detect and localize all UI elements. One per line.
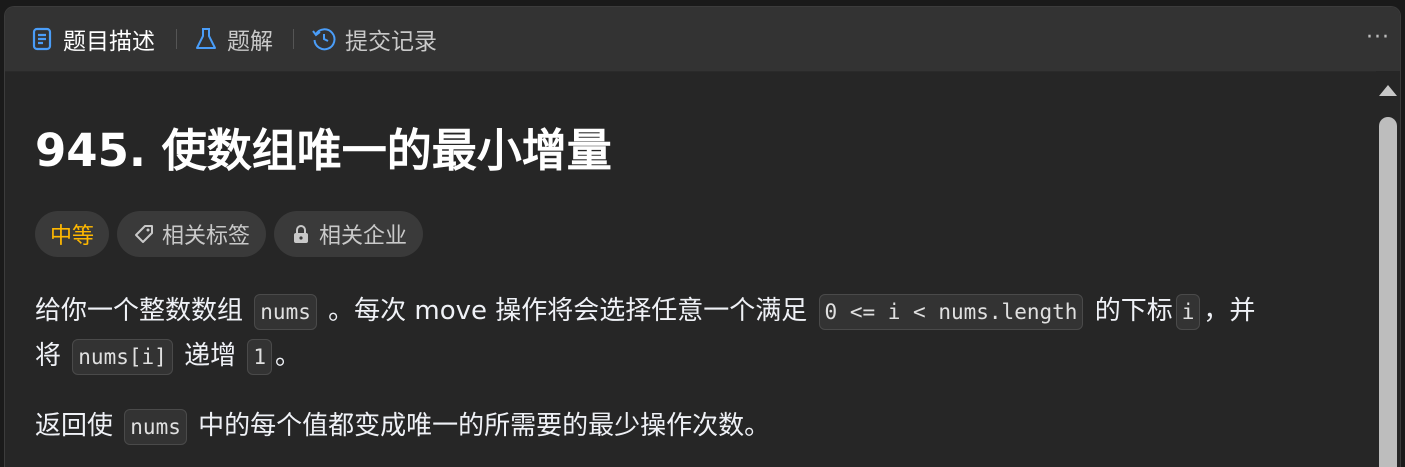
inline-code: i <box>1175 293 1201 330</box>
vertical-scrollbar[interactable] <box>1376 71 1400 467</box>
related-companies-button[interactable]: 相关企业 <box>274 211 424 257</box>
inline-code: nums <box>254 293 317 330</box>
description-paragraph: 返回使 nums 中的每个值都变成唯一的所需要的最少操作次数。 <box>35 404 770 449</box>
description-text: 将 <box>35 341 62 371</box>
inline-code: 1 <box>247 338 272 375</box>
description-text: 中的每个值都变成唯一的所需要的最少操作次数。 <box>198 411 771 441</box>
scroll-up-arrow-icon[interactable] <box>1379 85 1397 96</box>
history-icon <box>311 26 337 52</box>
inline-code: 0 <= i < nums.length <box>818 293 1084 330</box>
description-paragraph: 将 nums[i] 递增 1。 <box>35 334 301 379</box>
tab-bar: 题目描述 题解 提交记录 ··· <box>5 7 1400 72</box>
description-content: 945. 使数组唯一的最小增量 中等 相关标签 相关企业 给你一个整数数组 nu… <box>5 71 1376 467</box>
tab-solutions-label: 题解 <box>227 29 273 55</box>
problem-tags: 中等 相关标签 相关企业 <box>35 211 424 257</box>
description-text: 的下标 <box>1094 296 1173 326</box>
description-text: 给你一个整数数组 <box>35 296 244 326</box>
tab-divider <box>176 29 177 49</box>
related-tags-label: 相关标签 <box>162 224 251 249</box>
tab-submissions[interactable]: 提交记录 <box>311 24 437 55</box>
related-companies-label: 相关企业 <box>319 224 408 249</box>
tab-description[interactable]: 题目描述 <box>29 24 155 55</box>
description-text: 递增 <box>184 341 237 371</box>
tab-solutions[interactable]: 题解 <box>193 24 273 55</box>
more-options-icon[interactable]: ··· <box>1366 25 1390 50</box>
tab-divider <box>293 29 294 49</box>
tag-icon <box>133 223 155 245</box>
lock-icon <box>290 223 312 245</box>
description-text: 。每次 move 操作将会选择任意一个满足 <box>328 296 808 326</box>
inline-code: nums <box>124 408 187 445</box>
description-text: 。 <box>275 341 302 371</box>
description-paragraph: 给你一个整数数组 nums 。每次 move 操作将会选择任意一个满足 0 <=… <box>35 289 1255 334</box>
tab-description-label: 题目描述 <box>63 29 155 55</box>
difficulty-badge[interactable]: 中等 <box>35 211 110 257</box>
problem-title: 945. 使数组唯一的最小增量 <box>35 124 612 177</box>
description-icon <box>29 26 55 52</box>
tab-submissions-label: 提交记录 <box>345 29 437 55</box>
flask-icon <box>193 26 219 52</box>
inline-code: nums[i] <box>72 338 173 375</box>
problem-panel: 题目描述 题解 提交记录 ··· 945. 使数组唯一的最小增量 中等 相关标签… <box>4 6 1401 467</box>
related-tags-button[interactable]: 相关标签 <box>117 211 267 257</box>
description-text: 返回使 <box>35 411 114 441</box>
difficulty-label: 中等 <box>50 224 95 249</box>
description-text: ，并 <box>1203 296 1256 326</box>
scrollbar-thumb[interactable] <box>1379 117 1397 467</box>
